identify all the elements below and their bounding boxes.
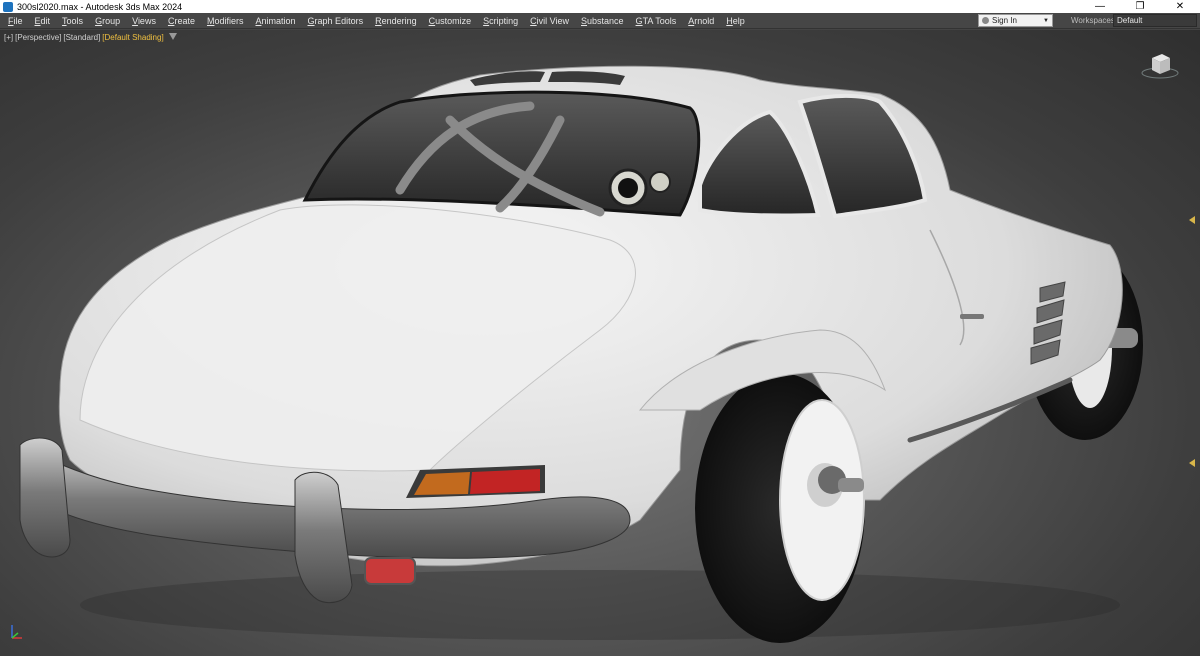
menu-rendering[interactable]: Rendering — [369, 13, 423, 29]
viewcube-icon[interactable] — [1140, 52, 1180, 80]
menu-bar: File Edit Tools Group Views Create Modif… — [0, 13, 1200, 29]
menu-create[interactable]: Create — [162, 13, 201, 29]
rear-reflector — [364, 557, 416, 585]
minimize-button[interactable]: — — [1080, 0, 1120, 13]
car-model[interactable] — [0, 30, 1200, 656]
workspaces-label: Workspaces: — [1071, 16, 1118, 25]
menu-animation[interactable]: Animation — [249, 13, 301, 29]
viewport-resize-arrow-icon[interactable] — [1189, 216, 1195, 224]
menu-civil-view[interactable]: Civil View — [524, 13, 575, 29]
menu-modifiers[interactable]: Modifiers — [201, 13, 250, 29]
sign-in-dropdown[interactable]: Sign In ▼ — [978, 14, 1053, 27]
viewport-resize-arrow-icon[interactable] — [1189, 459, 1195, 467]
sign-in-label: Sign In — [992, 16, 1017, 25]
menu-customize[interactable]: Customize — [423, 13, 478, 29]
chevron-down-icon: ▼ — [1043, 17, 1049, 24]
viewport-label: [+] [Perspective] [Standard] [Default Sh… — [4, 33, 177, 42]
bumper-overrider-left — [19, 437, 71, 558]
menu-substance[interactable]: Substance — [575, 13, 630, 29]
menu-group[interactable]: Group — [89, 13, 126, 29]
viewport-quality-button[interactable]: [Standard] — [63, 33, 100, 42]
menu-gta-tools[interactable]: GTA Tools — [630, 13, 683, 29]
near-rear-wheel — [695, 373, 865, 643]
menu-tools[interactable]: Tools — [56, 13, 89, 29]
menu-help[interactable]: Help — [720, 13, 751, 29]
menu-arnold[interactable]: Arnold — [682, 13, 720, 29]
restore-button[interactable]: ❐ — [1120, 0, 1160, 13]
main-menu: File Edit Tools Group Views Create Modif… — [0, 13, 751, 29]
perspective-viewport[interactable]: [+] [Perspective] [Standard] [Default Sh… — [0, 30, 1200, 656]
menu-scripting[interactable]: Scripting — [477, 13, 524, 29]
workspaces-select[interactable]: Default — [1113, 14, 1197, 27]
filter-icon[interactable] — [168, 33, 177, 40]
menu-edit[interactable]: Edit — [29, 13, 57, 29]
viewport-menu-button[interactable]: [+] — [4, 33, 13, 42]
menu-graph-editors[interactable]: Graph Editors — [302, 13, 370, 29]
app-icon[interactable] — [3, 1, 13, 12]
user-icon — [982, 17, 989, 24]
viewport-shading-button[interactable]: [Default Shading] — [102, 33, 163, 42]
menu-views[interactable]: Views — [126, 13, 162, 29]
door-handle — [960, 314, 984, 319]
window-title: 300sl2020.max - Autodesk 3ds Max 2024 — [17, 1, 183, 12]
title-bar: 300sl2020.max - Autodesk 3ds Max 2024 — … — [0, 0, 1200, 13]
viewport-view-button[interactable]: [Perspective] — [15, 33, 61, 42]
menu-file[interactable]: File — [2, 13, 29, 29]
axis-tripod-icon — [11, 625, 22, 639]
close-button[interactable]: ✕ — [1160, 0, 1200, 13]
taillight — [406, 465, 545, 498]
